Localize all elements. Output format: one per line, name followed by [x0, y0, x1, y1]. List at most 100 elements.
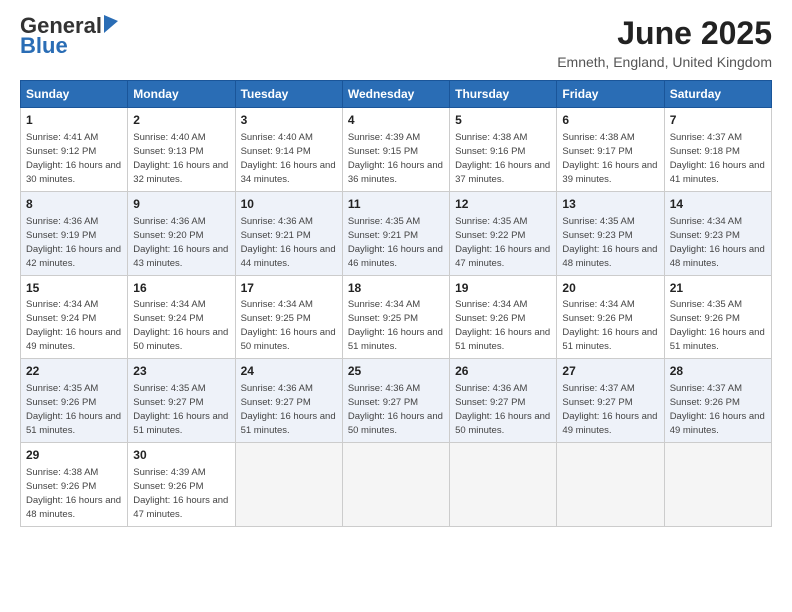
day-12: 12 Sunrise: 4:35 AMSunset: 9:22 PMDayligh…: [450, 191, 557, 275]
day-23: 23Sunrise: 4:35 AMSunset: 9:27 PMDayligh…: [128, 359, 235, 443]
day-8: 8 Sunrise: 4:36 AMSunset: 9:19 PMDaylight…: [21, 191, 128, 275]
day-number: 15: [26, 280, 122, 297]
day-number: 21: [670, 280, 766, 297]
day-14: 14 Sunrise: 4:34 AMSunset: 9:23 PMDayligh…: [664, 191, 771, 275]
empty-day: [342, 443, 449, 527]
day-detail: Sunrise: 4:35 AMSunset: 9:26 PMDaylight:…: [670, 299, 765, 352]
day-detail: Sunrise: 4:37 AMSunset: 9:18 PMDaylight:…: [670, 132, 765, 185]
day-number: 19: [455, 280, 551, 297]
day-6: 6 Sunrise: 4:38 AMSunset: 9:17 PMDaylight…: [557, 108, 664, 192]
month-title: June 2025: [557, 15, 772, 52]
day-detail: Sunrise: 4:36 AMSunset: 9:27 PMDaylight:…: [241, 383, 336, 436]
day-number: 24: [241, 363, 337, 380]
day-9: 9 Sunrise: 4:36 AMSunset: 9:20 PMDaylight…: [128, 191, 235, 275]
day-27: 27 Sunrise: 4:37 AMSunset: 9:27 PMDayligh…: [557, 359, 664, 443]
calendar-week-4: 22 Sunrise: 4:35 AMSunset: 9:26 PMDayligh…: [21, 359, 772, 443]
day-number: 17: [241, 280, 337, 297]
day-10: 10 Sunrise: 4:36 AMSunset: 9:21 PMDayligh…: [235, 191, 342, 275]
day-number: 5: [455, 112, 551, 129]
logo-blue-text: Blue: [20, 33, 68, 58]
location: Emneth, England, United Kingdom: [557, 54, 772, 70]
day-number: 27: [562, 363, 658, 380]
day-number: 2: [133, 112, 229, 129]
day-detail: Sunrise: 4:36 AMSunset: 9:19 PMDaylight:…: [26, 216, 121, 269]
day-number: 29: [26, 447, 122, 464]
day-number: 8: [26, 196, 122, 213]
day-detail: Sunrise: 4:34 AMSunset: 9:24 PMDaylight:…: [26, 299, 121, 352]
day-number: 7: [670, 112, 766, 129]
calendar: Sunday Monday Tuesday Wednesday Thursday…: [20, 80, 772, 527]
day-detail: Sunrise: 4:34 AMSunset: 9:25 PMDaylight:…: [348, 299, 443, 352]
day-13: 13 Sunrise: 4:35 AMSunset: 9:23 PMDayligh…: [557, 191, 664, 275]
day-22: 22 Sunrise: 4:35 AMSunset: 9:26 PMDayligh…: [21, 359, 128, 443]
day-detail: Sunrise: 4:35 AMSunset: 9:22 PMDaylight:…: [455, 216, 550, 269]
day-detail: Sunrise: 4:38 AMSunset: 9:17 PMDaylight:…: [562, 132, 657, 185]
day-number: 30: [133, 447, 229, 464]
day-detail: Sunrise: 4:38 AMSunset: 9:16 PMDaylight:…: [455, 132, 550, 185]
day-number: 9: [133, 196, 229, 213]
day-detail: Sunrise: 4:37 AMSunset: 9:27 PMDaylight:…: [562, 383, 657, 436]
day-29: 29 Sunrise: 4:38 AMSunset: 9:26 PMDayligh…: [21, 443, 128, 527]
day-1: 1 Sunrise: 4:41 AMSunset: 9:12 PMDaylight…: [21, 108, 128, 192]
col-tuesday: Tuesday: [235, 81, 342, 108]
day-number: 4: [348, 112, 444, 129]
empty-day: [450, 443, 557, 527]
day-detail: Sunrise: 4:35 AMSunset: 9:21 PMDaylight:…: [348, 216, 443, 269]
day-number: 12: [455, 196, 551, 213]
day-number: 22: [26, 363, 122, 380]
day-detail: Sunrise: 4:35 AMSunset: 9:26 PMDaylight:…: [26, 383, 121, 436]
day-15: 15 Sunrise: 4:34 AMSunset: 9:24 PMDayligh…: [21, 275, 128, 359]
day-detail: Sunrise: 4:34 AMSunset: 9:24 PMDaylight:…: [133, 299, 228, 352]
day-number: 6: [562, 112, 658, 129]
calendar-week-3: 15 Sunrise: 4:34 AMSunset: 9:24 PMDayligh…: [21, 275, 772, 359]
day-detail: Sunrise: 4:41 AMSunset: 9:12 PMDaylight:…: [26, 132, 121, 185]
day-detail: Sunrise: 4:34 AMSunset: 9:26 PMDaylight:…: [455, 299, 550, 352]
day-detail: Sunrise: 4:40 AMSunset: 9:13 PMDaylight:…: [133, 132, 228, 185]
col-sunday: Sunday: [21, 81, 128, 108]
day-24: 24 Sunrise: 4:36 AMSunset: 9:27 PMDayligh…: [235, 359, 342, 443]
day-detail: Sunrise: 4:36 AMSunset: 9:20 PMDaylight:…: [133, 216, 228, 269]
day-5: 5 Sunrise: 4:38 AMSunset: 9:16 PMDaylight…: [450, 108, 557, 192]
col-friday: Friday: [557, 81, 664, 108]
day-26: 26 Sunrise: 4:36 AMSunset: 9:27 PMDayligh…: [450, 359, 557, 443]
day-3: 3Sunrise: 4:40 AMSunset: 9:14 PMDaylight…: [235, 108, 342, 192]
day-number: 1: [26, 112, 122, 129]
day-detail: Sunrise: 4:37 AMSunset: 9:26 PMDaylight:…: [670, 383, 765, 436]
col-wednesday: Wednesday: [342, 81, 449, 108]
day-detail: Sunrise: 4:34 AMSunset: 9:25 PMDaylight:…: [241, 299, 336, 352]
day-detail: Sunrise: 4:36 AMSunset: 9:21 PMDaylight:…: [241, 216, 336, 269]
calendar-week-1: 1 Sunrise: 4:41 AMSunset: 9:12 PMDaylight…: [21, 108, 772, 192]
day-detail: Sunrise: 4:40 AMSunset: 9:14 PMDaylight:…: [241, 132, 336, 185]
empty-day: [557, 443, 664, 527]
col-monday: Monday: [128, 81, 235, 108]
header: General Blue June 2025 Emneth, England, …: [20, 15, 772, 70]
calendar-week-5: 29 Sunrise: 4:38 AMSunset: 9:26 PMDayligh…: [21, 443, 772, 527]
title-block: June 2025 Emneth, England, United Kingdo…: [557, 15, 772, 70]
day-detail: Sunrise: 4:35 AMSunset: 9:23 PMDaylight:…: [562, 216, 657, 269]
day-number: 28: [670, 363, 766, 380]
day-7: 7 Sunrise: 4:37 AMSunset: 9:18 PMDaylight…: [664, 108, 771, 192]
col-saturday: Saturday: [664, 81, 771, 108]
day-21: 21 Sunrise: 4:35 AMSunset: 9:26 PMDayligh…: [664, 275, 771, 359]
day-detail: Sunrise: 4:36 AMSunset: 9:27 PMDaylight:…: [455, 383, 550, 436]
day-number: 10: [241, 196, 337, 213]
day-number: 26: [455, 363, 551, 380]
logo: General Blue: [20, 15, 118, 59]
day-16: 16 Sunrise: 4:34 AMSunset: 9:24 PMDayligh…: [128, 275, 235, 359]
day-number: 25: [348, 363, 444, 380]
calendar-header-row: Sunday Monday Tuesday Wednesday Thursday…: [21, 81, 772, 108]
page: General Blue June 2025 Emneth, England, …: [0, 0, 792, 612]
day-30: 30Sunrise: 4:39 AMSunset: 9:26 PMDayligh…: [128, 443, 235, 527]
day-number: 13: [562, 196, 658, 213]
day-number: 20: [562, 280, 658, 297]
day-19: 19 Sunrise: 4:34 AMSunset: 9:26 PMDayligh…: [450, 275, 557, 359]
day-17: 17 Sunrise: 4:34 AMSunset: 9:25 PMDayligh…: [235, 275, 342, 359]
day-detail: Sunrise: 4:34 AMSunset: 9:23 PMDaylight:…: [670, 216, 765, 269]
day-number: 14: [670, 196, 766, 213]
day-number: 16: [133, 280, 229, 297]
day-detail: Sunrise: 4:38 AMSunset: 9:26 PMDaylight:…: [26, 467, 121, 520]
day-20: 20Sunrise: 4:34 AMSunset: 9:26 PMDayligh…: [557, 275, 664, 359]
calendar-week-2: 8 Sunrise: 4:36 AMSunset: 9:19 PMDaylight…: [21, 191, 772, 275]
day-11: 11Sunrise: 4:35 AMSunset: 9:21 PMDayligh…: [342, 191, 449, 275]
col-thursday: Thursday: [450, 81, 557, 108]
